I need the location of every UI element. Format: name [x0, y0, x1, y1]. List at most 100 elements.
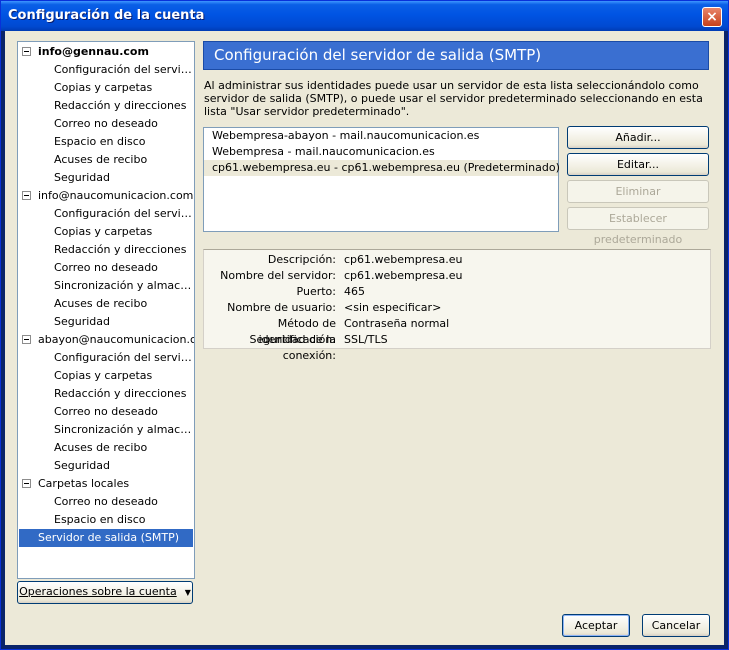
tree-item-label: Seguridad	[54, 459, 110, 472]
set-default-button[interactable]: Establecer predeterminado	[567, 207, 709, 246]
tree-sub-item[interactable]: Copias y carpetas	[54, 79, 192, 97]
detail-label: Seguridad de la conexión:	[249, 333, 336, 362]
detail-row: Seguridad de la conexión: SSL/TLS	[204, 332, 710, 362]
tree-sub-item[interactable]: Acuses de recibo	[54, 295, 192, 313]
panel-description: Al administrar sus identidades puede usa…	[204, 79, 703, 118]
tree-sub-item[interactable]: Configuración del servidor	[54, 205, 192, 223]
tree-item-label: Configuración del servidor	[54, 63, 192, 76]
tree-item-label: Configuración del servidor	[54, 207, 192, 220]
detail-value: 465	[344, 285, 365, 298]
tree-item-label: Espacio en disco	[54, 513, 146, 526]
tree-item-label: Sincronización y almacena...	[54, 279, 192, 292]
tree-sub-item[interactable]: Correo no deseado	[54, 403, 192, 421]
detail-value: <sin especificar>	[344, 301, 442, 314]
add-button[interactable]: Añadir...	[567, 126, 709, 149]
dialog-body: info@gennau.com Configuración del servido…	[5, 31, 724, 645]
tree-sub-item[interactable]: Acuses de recibo	[54, 439, 192, 457]
tree-account-item[interactable]: info@gennau.com	[22, 43, 194, 61]
tree-sub-item[interactable]: Correo no deseado	[54, 115, 192, 133]
detail-label: Puerto:	[296, 285, 336, 298]
remove-button[interactable]: Eliminar	[567, 180, 709, 203]
title-bar[interactable]: Configuración de la cuenta ×	[1, 1, 728, 31]
tree-sub-item[interactable]: Configuración del servidor	[54, 349, 192, 367]
collapse-icon[interactable]	[22, 478, 31, 488]
smtp-server-list[interactable]: Webempresa-abayon - mail.naucomunicacion…	[203, 127, 560, 232]
tree-item-label: Seguridad	[54, 171, 110, 184]
tree-item-label: Acuses de recibo	[54, 153, 148, 166]
account-settings-window: Configuración de la cuenta × info@gennau…	[0, 0, 729, 650]
tree-item-label: Correo no deseado	[54, 261, 158, 274]
tree-item-label: Sincronización y almacena...	[54, 423, 192, 436]
collapse-icon[interactable]	[22, 46, 31, 56]
tree-sub-item[interactable]: Espacio en disco	[54, 511, 192, 529]
tree-item-label: Copias y carpetas	[54, 225, 153, 238]
tree-sub-item[interactable]: Copias y carpetas	[54, 223, 192, 241]
tree-account-item[interactable]: Carpetas locales	[22, 475, 194, 493]
tree-item-label: Correo no deseado	[54, 405, 158, 418]
tree-item-label: Carpetas locales	[38, 477, 130, 490]
collapse-icon[interactable]	[22, 334, 31, 344]
close-button[interactable]: ×	[702, 7, 722, 27]
ok-button[interactable]: Aceptar	[562, 614, 630, 637]
tree-sub-item[interactable]: Seguridad	[54, 457, 192, 475]
edit-button[interactable]: Editar...	[567, 153, 709, 176]
tree-item-label: Seguridad	[54, 315, 110, 328]
detail-value: SSL/TLS	[344, 333, 388, 346]
tree-account-item[interactable]: Servidor de salida (SMTP)	[19, 529, 193, 547]
panel-header: Configuración del servidor de salida (SM…	[203, 41, 709, 70]
tree-item-label: info@gennau.com	[38, 45, 149, 58]
tree-sub-item[interactable]: Sincronización y almacena...	[54, 277, 192, 295]
tree-item-label: Redacción y direcciones	[54, 243, 187, 256]
tree-item-label: Correo no deseado	[54, 117, 158, 130]
detail-label: Nombre del servidor:	[220, 269, 336, 282]
tree-sub-item[interactable]: Seguridad	[54, 313, 192, 331]
smtp-server-item-selected[interactable]: cp61.webempresa.eu - cp61.webempresa.eu …	[204, 160, 560, 176]
collapse-icon[interactable]	[22, 190, 31, 200]
detail-label: Descripción:	[267, 253, 336, 266]
tree-item-label: Configuración del servidor	[54, 351, 192, 364]
tree-sub-item[interactable]: Seguridad	[54, 169, 192, 187]
tree-item-label: Espacio en disco	[54, 135, 146, 148]
tree-account-item[interactable]: abayon@naucomunicacion.com	[22, 331, 194, 349]
detail-label: Nombre de usuario:	[227, 301, 336, 314]
tree-sub-item[interactable]: Redacción y direcciones	[54, 385, 192, 403]
dropdown-arrow-icon: ▼	[184, 588, 191, 597]
tree-item-label: Correo no deseado	[54, 495, 158, 508]
tree-item-label: Servidor de salida (SMTP)	[38, 531, 180, 544]
detail-row: Método de identificación: Contraseña nor…	[204, 316, 710, 346]
panel-title: Configuración del servidor de salida (SM…	[214, 46, 542, 64]
smtp-server-item[interactable]: Webempresa-abayon - mail.naucomunicacion…	[204, 128, 558, 144]
detail-value: cp61.webempresa.eu	[344, 269, 463, 282]
detail-value: Contraseña normal	[344, 317, 450, 330]
detail-row: Nombre de usuario: <sin especificar>	[204, 300, 710, 316]
tree-sub-item[interactable]: Configuración del servidor	[54, 61, 192, 79]
tree-sub-item[interactable]: Redacción y direcciones	[54, 241, 192, 259]
window-title: Configuración de la cuenta	[8, 8, 205, 23]
tree-sub-item[interactable]: Correo no deseado	[54, 493, 192, 511]
account-operations-label: Operaciones sobre la cuenta	[19, 585, 177, 598]
detail-value: cp61.webempresa.eu	[344, 253, 463, 266]
tree-sub-item[interactable]: Acuses de recibo	[54, 151, 192, 169]
tree-account-item[interactable]: info@naucomunicacion.com	[22, 187, 194, 205]
tree-sub-item[interactable]: Correo no deseado	[54, 259, 192, 277]
tree-item-label: Redacción y direcciones	[54, 99, 187, 112]
tree-item-label: Copias y carpetas	[54, 81, 153, 94]
cancel-button[interactable]: Cancelar	[642, 614, 710, 637]
detail-row: Descripción: cp61.webempresa.eu	[204, 252, 710, 268]
tree-item-label: info@naucomunicacion.com	[38, 189, 194, 202]
account-operations-button[interactable]: Operaciones sobre la cuenta ▼	[17, 581, 193, 604]
tree-item-label: Redacción y direcciones	[54, 387, 187, 400]
server-details: Descripción: cp61.webempresa.eu Nombre d…	[203, 249, 711, 362]
smtp-server-item[interactable]: Webempresa - mail.naucomunicacion.es	[204, 144, 558, 160]
tree-item-label: abayon@naucomunicacion.com	[38, 333, 194, 346]
tree-item-label: Copias y carpetas	[54, 369, 153, 382]
account-tree[interactable]: info@gennau.com Configuración del servido…	[17, 41, 195, 579]
tree-sub-item[interactable]: Redacción y direcciones	[54, 97, 192, 115]
detail-row: Nombre del servidor: cp61.webempresa.eu	[204, 268, 710, 284]
close-icon: ×	[706, 9, 718, 25]
tree-sub-item[interactable]: Sincronización y almacena...	[54, 421, 192, 439]
tree-sub-item[interactable]: Copias y carpetas	[54, 367, 192, 385]
tree-sub-item[interactable]: Espacio en disco	[54, 133, 192, 151]
detail-row: Puerto: 465	[204, 284, 710, 300]
tree-item-label: Acuses de recibo	[54, 297, 148, 310]
